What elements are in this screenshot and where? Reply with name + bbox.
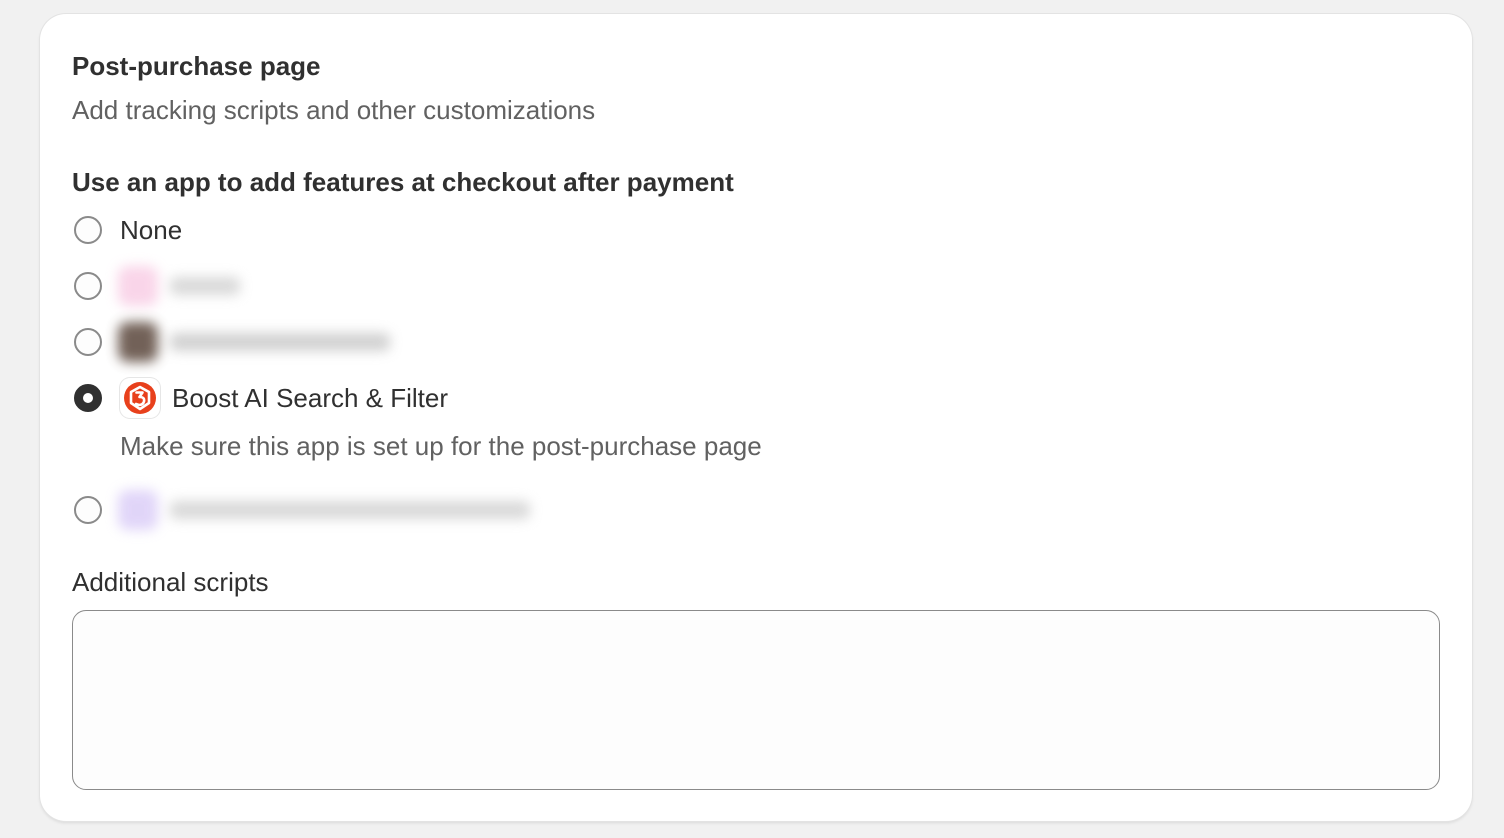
additional-scripts-textarea[interactable] [72,610,1440,790]
option-boost[interactable]: Boost AI Search & Filter [72,378,448,418]
option-none-label: None [120,215,183,245]
boost-logo-icon [120,378,160,418]
option-app-1[interactable] [72,266,240,306]
section-title: Post-purchase page [72,51,321,81]
blurred-app-3 [102,490,530,530]
app-1-label-redacted [170,277,240,295]
post-purchase-card: Post-purchase page Add tracking scripts … [40,14,1472,821]
boost-helper-text: Make sure this app is set up for the pos… [120,431,762,461]
app-2-label-redacted [170,333,390,351]
option-app-2[interactable] [72,322,390,362]
additional-scripts-label: Additional scripts [72,567,269,597]
option-app-3[interactable] [72,490,530,530]
option-none[interactable]: None [72,210,182,250]
radio-none[interactable] [74,216,102,244]
blurred-app-1 [102,266,240,306]
option-boost-label: Boost AI Search & Filter [172,383,449,413]
app-3-label-redacted [170,501,530,519]
radio-app-1[interactable] [74,272,102,300]
app-selector-label: Use an app to add features at checkout a… [72,167,734,197]
app-3-icon [118,490,158,530]
app-1-icon [118,266,158,306]
radio-app-3[interactable] [74,496,102,524]
radio-boost-selected[interactable] [74,384,102,412]
blurred-app-2 [102,322,390,362]
radio-app-2[interactable] [74,328,102,356]
app-2-icon [118,322,158,362]
section-subtitle: Add tracking scripts and other customiza… [72,95,596,125]
